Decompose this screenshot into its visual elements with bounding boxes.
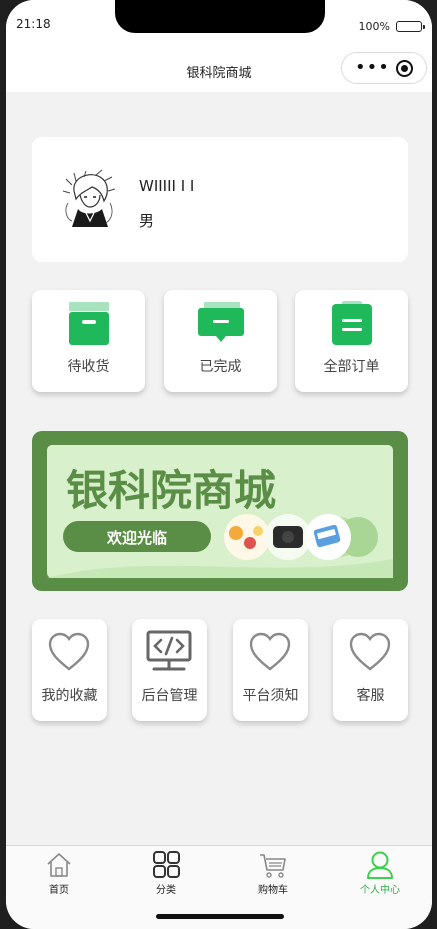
order-pending-receipt-tile[interactable]: 待收货 [32, 290, 145, 392]
favorites-tile[interactable]: 我的收藏 [32, 619, 107, 721]
cart-icon [260, 854, 286, 878]
tab-profile[interactable]: 个人中心 [327, 846, 432, 896]
nav-bar: 银科院商城 ••• [6, 48, 432, 92]
grid-icon [153, 851, 180, 878]
more-menu-icon[interactable]: ••• [355, 59, 390, 77]
heart-icon [349, 632, 391, 671]
admin-label: 后台管理 [141, 688, 198, 704]
order-all-label: 全部订单 [323, 359, 380, 375]
home-icon [47, 853, 71, 877]
miniprogram-capsule: ••• [341, 52, 427, 84]
phone-screen: 21:18 100% 银科院商城 ••• WIIIII I I 男 待收货 已完… [6, 0, 432, 929]
heart-icon [249, 632, 291, 671]
banner-button-label: 欢迎光临 [106, 529, 167, 547]
profile-card[interactable]: WIIIII I I 男 [32, 137, 408, 262]
order-completed-label: 已完成 [199, 359, 242, 375]
tab-bar: 首页 分类 购物车 个人中心 [6, 845, 432, 929]
admin-tile[interactable]: 后台管理 [132, 619, 207, 721]
customer-service-tile[interactable]: 客服 [333, 619, 408, 721]
camera-notch [115, 0, 325, 33]
order-all-tile[interactable]: 全部订单 [295, 290, 408, 392]
message-icon [198, 302, 244, 342]
user-icon [367, 851, 393, 879]
gender: 男 [139, 212, 155, 230]
tab-profile-label: 个人中心 [360, 885, 400, 896]
tab-cart-label: 购物车 [258, 885, 288, 896]
heart-icon [48, 632, 90, 671]
battery-icon [396, 21, 425, 32]
close-target-icon[interactable] [395, 59, 413, 77]
platform-notice-tile[interactable]: 平台须知 [233, 619, 308, 721]
code-icon [146, 630, 192, 671]
favorites-label: 我的收藏 [41, 688, 98, 704]
customer-service-label: 客服 [356, 688, 385, 704]
avatar [60, 169, 118, 231]
status-time: 21:18 [16, 17, 51, 31]
order-pending-receipt-label: 待收货 [67, 359, 110, 375]
banner-title: 银科院商城 [66, 466, 276, 515]
tab-category-label: 分类 [156, 885, 176, 896]
tab-cart[interactable]: 购物车 [220, 846, 326, 896]
promo-banner[interactable]: 银科院商城 欢迎光临 [32, 431, 408, 591]
clipboard-icon [332, 301, 372, 345]
status-right: 100% [358, 20, 425, 33]
home-indicator [156, 914, 284, 919]
tab-home-label: 首页 [49, 885, 69, 896]
tab-home[interactable]: 首页 [6, 846, 112, 896]
order-completed-tile[interactable]: 已完成 [164, 290, 277, 392]
box-icon [69, 302, 109, 345]
tab-category[interactable]: 分类 [113, 846, 219, 896]
battery-percent: 100% [358, 20, 390, 33]
banner-graphic: 银科院商城 欢迎光临 [47, 445, 393, 578]
username: WIIIII I I [139, 177, 195, 195]
platform-notice-label: 平台须知 [242, 688, 299, 704]
